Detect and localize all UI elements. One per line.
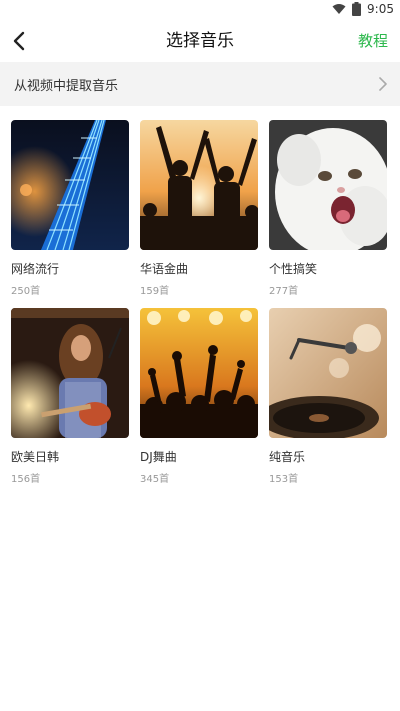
- category-name: DJ舞曲: [140, 450, 177, 464]
- tutorial-link[interactable]: 教程: [358, 20, 388, 62]
- status-icons: 9:05: [332, 0, 394, 18]
- back-button[interactable]: [8, 28, 30, 54]
- category-card-chinese-hits[interactable]: 华语金曲 159首: [140, 120, 258, 297]
- chevron-left-icon: [13, 31, 25, 51]
- page-title: 选择音乐: [166, 31, 234, 51]
- category-count: 153首: [269, 474, 299, 485]
- category-count: 250首: [11, 286, 41, 297]
- category-card-network-popular[interactable]: 网络流行 250首: [11, 120, 129, 297]
- battery-icon: [352, 2, 362, 16]
- category-count: 345首: [140, 474, 170, 485]
- category-card-western-jpkr[interactable]: 欧美日韩 156首: [11, 308, 129, 485]
- white-cat-image: [269, 120, 387, 250]
- category-count: 277首: [269, 286, 299, 297]
- chevron-right-icon: [379, 77, 387, 91]
- category-name: 欧美日韩: [11, 450, 60, 464]
- category-name: 个性搞笑: [269, 262, 318, 276]
- guitar-neck-image: [11, 120, 129, 250]
- wifi-icon: [332, 4, 346, 14]
- status-time: 9:05: [367, 2, 394, 16]
- category-count: 156首: [11, 474, 41, 485]
- category-count: 159首: [140, 286, 170, 297]
- category-card-pure-music[interactable]: 纯音乐 153首: [269, 308, 387, 485]
- guitarist-image: [11, 308, 129, 438]
- category-card-dj-dance[interactable]: DJ舞曲 345首: [140, 308, 258, 485]
- header: 选择音乐 教程: [0, 20, 400, 62]
- concert-crowd-image: [140, 308, 258, 438]
- category-name: 华语金曲: [140, 262, 189, 276]
- category-name: 纯音乐: [269, 450, 306, 464]
- record-player-image: [269, 308, 387, 438]
- crowd-sunset-image: [140, 120, 258, 250]
- category-card-funny[interactable]: 个性搞笑 277首: [269, 120, 387, 297]
- category-name: 网络流行: [11, 262, 60, 276]
- extract-from-video-label: 从视频中提取音乐: [14, 78, 119, 94]
- extract-from-video-row[interactable]: 从视频中提取音乐: [0, 62, 400, 106]
- status-bar: 9:05: [0, 0, 400, 18]
